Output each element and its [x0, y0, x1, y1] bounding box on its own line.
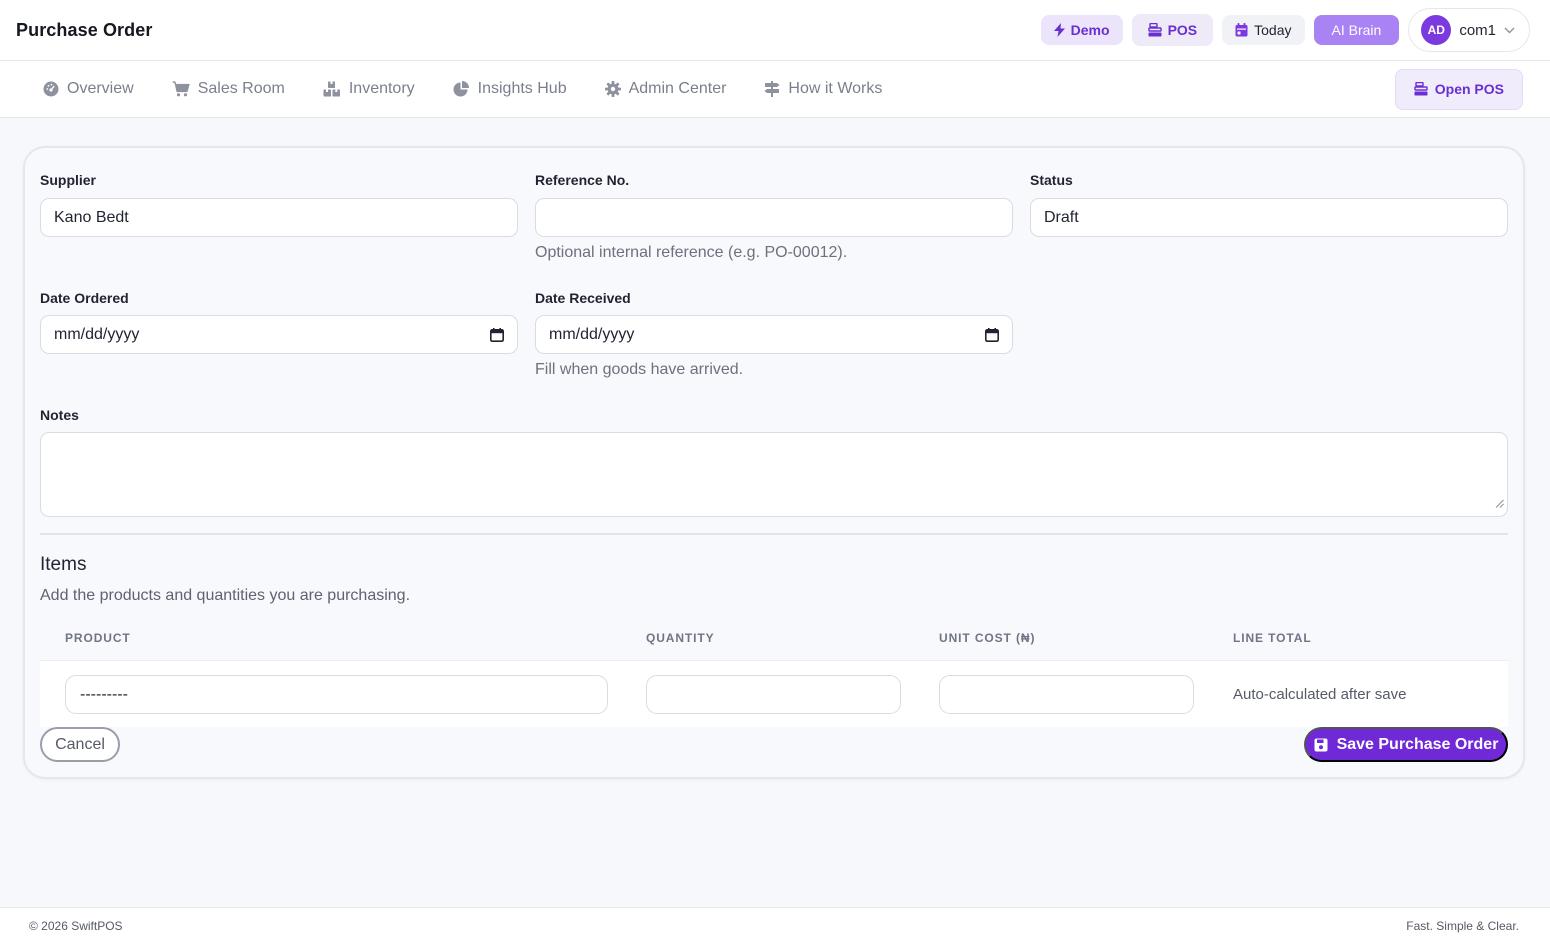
reference-help: Optional internal reference (e.g. PO-000… — [535, 244, 848, 261]
demo-button[interactable]: Demo — [1040, 15, 1123, 45]
nav-item-insights-hub[interactable]: Insights Hub — [453, 80, 567, 98]
today-label: Today — [1254, 22, 1292, 38]
nav-item-inventory[interactable]: Inventory — [323, 80, 415, 98]
notes-textarea[interactable] — [40, 432, 1508, 517]
nav-item-label: Inventory — [348, 80, 415, 97]
avatar: AD — [1421, 15, 1452, 45]
purchase-order-form: Supplier Kano Bedt Reference No. Optiona… — [23, 146, 1525, 779]
nav-item-label: Insights Hub — [477, 80, 567, 97]
nav-item-label: Overview — [67, 80, 134, 97]
nav-item-admin-center[interactable]: Admin Center — [604, 80, 727, 98]
column-header-line-total: LINE TOTAL — [1233, 631, 1312, 645]
open-pos-button[interactable]: Open POS — [1394, 68, 1523, 110]
calendar-icon — [1235, 23, 1248, 37]
date-ordered-label: Date Ordered — [40, 290, 129, 306]
today-button[interactable]: Today — [1222, 15, 1305, 45]
date-ordered-input[interactable]: mm/dd/yyyy — [40, 315, 518, 354]
pos-label: POS — [1167, 22, 1198, 38]
nav-item-label: Admin Center — [628, 80, 727, 97]
user-menu[interactable]: AD com1 — [1408, 8, 1530, 52]
boxes-icon — [323, 81, 341, 97]
dashboard-icon — [43, 81, 59, 97]
reference-input[interactable] — [535, 198, 1013, 237]
demo-label: Demo — [1070, 22, 1110, 38]
open-pos-label: Open POS — [1434, 81, 1504, 97]
nav-items: Overview Sales Room Inventory Insights H… — [43, 80, 882, 98]
cash-register-icon — [1414, 82, 1428, 96]
product-select[interactable]: --------- — [65, 675, 608, 714]
column-header-unit-cost: UNIT COST (₦) — [939, 631, 1036, 645]
nav-item-label: How it Works — [788, 80, 883, 97]
items-subtitle: Add the products and quantities you are … — [40, 587, 411, 604]
supplier-value: Kano Bedt — [54, 208, 129, 226]
ai-brain-button[interactable]: AI Brain — [1313, 15, 1400, 45]
save-label: Save Purchase Order — [1336, 735, 1499, 753]
date-received-label: Date Received — [535, 290, 631, 306]
column-header-quantity: QUANTITY — [646, 631, 715, 645]
user-name: com1 — [1459, 21, 1496, 39]
status-label: Status — [1030, 172, 1073, 188]
tagline-text: Fast. Simple & Clear. — [1406, 919, 1519, 933]
notes-label: Notes — [40, 407, 79, 423]
column-header-product: PRODUCT — [65, 631, 131, 645]
date-received-help: Fill when goods have arrived. — [535, 361, 744, 378]
gear-icon — [604, 81, 621, 97]
nav-item-overview[interactable]: Overview — [43, 80, 134, 98]
top-header: Purchase Order Demo POS Today AI Brain A… — [0, 0, 1550, 61]
section-divider — [40, 533, 1508, 535]
cart-icon — [172, 81, 190, 97]
nav-item-label: Sales Room — [197, 80, 285, 97]
copyright-text: © 2026 SwiftPOS — [29, 919, 123, 933]
bolt-icon — [1053, 23, 1065, 37]
ai-brain-label: AI Brain — [1331, 22, 1382, 38]
status-select[interactable]: Draft — [1030, 198, 1508, 237]
pie-chart-icon — [453, 81, 470, 97]
main-nav: Overview Sales Room Inventory Insights H… — [0, 61, 1550, 118]
quantity-input[interactable] — [646, 675, 901, 714]
resize-handle-icon[interactable] — [1495, 495, 1504, 513]
signpost-icon — [764, 81, 780, 97]
date-received-placeholder: mm/dd/yyyy — [549, 325, 635, 343]
footer: © 2026 SwiftPOS Fast. Simple & Clear. — [0, 907, 1550, 944]
supplier-select[interactable]: Kano Bedt — [40, 198, 518, 237]
page-title: Purchase Order — [16, 19, 153, 40]
product-value: --------- — [80, 685, 128, 703]
nav-item-sales-room[interactable]: Sales Room — [172, 80, 285, 98]
header-actions: Demo POS Today AI Brain AD com1 — [1040, 8, 1530, 52]
cash-register-icon — [1147, 23, 1162, 37]
nav-item-how-it-works[interactable]: How it Works — [764, 80, 882, 98]
save-purchase-order-button[interactable]: Save Purchase Order — [1304, 727, 1508, 762]
calendar-icon[interactable] — [490, 327, 504, 342]
status-value: Draft — [1044, 208, 1079, 226]
unit-cost-input[interactable] — [939, 675, 1194, 714]
line-total-value: Auto-calculated after save — [1233, 686, 1407, 703]
reference-label: Reference No. — [535, 172, 630, 188]
cancel-label: Cancel — [55, 735, 105, 753]
date-ordered-placeholder: mm/dd/yyyy — [54, 325, 140, 343]
pos-button[interactable]: POS — [1131, 14, 1214, 46]
chevron-down-icon — [1504, 27, 1515, 34]
calendar-icon[interactable] — [985, 327, 999, 342]
date-received-input[interactable]: mm/dd/yyyy — [535, 315, 1013, 354]
items-title: Items — [40, 554, 87, 575]
cancel-button[interactable]: Cancel — [40, 727, 120, 762]
floppy-disk-icon — [1314, 738, 1328, 752]
supplier-label: Supplier — [40, 172, 97, 188]
